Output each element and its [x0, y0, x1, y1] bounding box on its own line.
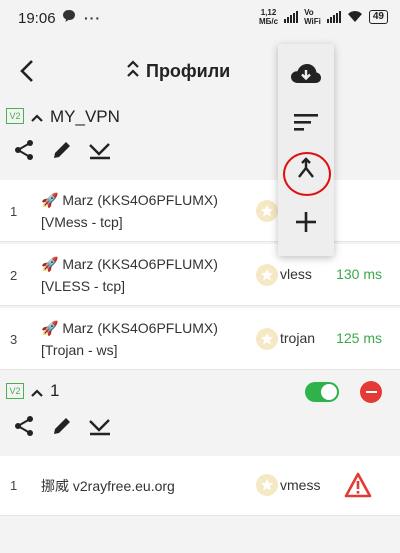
chat-bubble-icon — [62, 9, 76, 26]
ping-value: 125 ms — [336, 330, 382, 346]
star-icon[interactable] — [256, 474, 278, 496]
cloud-download-icon — [290, 62, 322, 91]
battery-icon: 49 — [368, 10, 388, 24]
menu-item-sort[interactable] — [278, 102, 334, 146]
ping-value: 130 ms — [336, 266, 382, 282]
page-title-wrap[interactable]: Профили — [126, 60, 230, 83]
page-title: Профили — [146, 61, 231, 81]
back-arrow-icon — [20, 60, 33, 82]
list-item[interactable]: 3 🚀 Marz (KKS4O6PFLUMX) [Trojan - ws] tr… — [0, 308, 400, 370]
item-name: 挪威 v2rayfree.eu.org — [41, 478, 175, 494]
signal-icon — [284, 11, 299, 23]
toolbar: Профили — [0, 36, 400, 106]
list-item[interactable]: 1 挪威 v2rayfree.eu.org vmess — [0, 456, 400, 516]
back-button[interactable] — [12, 56, 42, 86]
network-speed: 1,12 МБ/с — [258, 8, 279, 26]
sort-icon — [293, 112, 319, 137]
signal-icon-2 — [326, 11, 341, 23]
group-enabled-toggle[interactable] — [305, 382, 339, 402]
group-header-1: V2 1 — [0, 372, 400, 452]
edit-pencil-icon[interactable] — [50, 138, 74, 162]
group-header-my-vpn: V2 MY_VPN — [0, 106, 400, 178]
overflow-menu — [278, 44, 334, 256]
annotation-highlight-circle — [283, 152, 331, 196]
edit-pencil-icon[interactable] — [50, 414, 74, 438]
item-number: 1 — [10, 204, 18, 219]
vowifi-label: Vo WiFi — [304, 8, 321, 26]
menu-item-import-cloud[interactable] — [278, 54, 334, 98]
list-item[interactable]: 1 🚀 Marz (KKS4O6PFLUMX) [VMess - tcp] — [0, 180, 400, 242]
status-right: 1,12 МБ/с Vo WiFi 49 — [259, 8, 388, 26]
item-name: 🚀 Marz (KKS4O6PFLUMX) [Trojan - ws] — [41, 320, 218, 358]
status-time: 19:06 — [18, 10, 56, 27]
item-name: 🚀 Marz (KKS4O6PFLUMX) [VLESS - tcp] — [41, 256, 218, 294]
star-icon[interactable] — [256, 328, 278, 350]
group-badge: V2 — [6, 108, 24, 124]
group-name[interactable]: MY_VPN — [50, 107, 120, 127]
collapse-caret-icon[interactable] — [30, 385, 44, 403]
update-subscription-icon[interactable] — [88, 138, 112, 162]
item-number: 2 — [10, 268, 18, 283]
group-actions — [12, 138, 112, 162]
list-item[interactable]: 2 🚀 Marz (KKS4O6PFLUMX) [VLESS - tcp] vl… — [0, 244, 400, 306]
status-notification-icons: ··· — [62, 9, 101, 26]
protocol-label: vless — [280, 266, 312, 282]
delete-group-button[interactable] — [360, 381, 382, 403]
protocol-label: vmess — [280, 477, 321, 493]
protocol-label: trojan — [280, 330, 316, 346]
share-icon[interactable] — [12, 414, 36, 438]
group-name[interactable]: 1 — [50, 381, 59, 401]
group-badge: V2 — [6, 383, 24, 399]
item-number: 1 — [10, 478, 18, 493]
status-bar: 19:06 ··· 1,12 МБ/с Vo WiFi 49 — [0, 0, 400, 36]
expand-collapse-icon — [126, 60, 140, 83]
star-icon[interactable] — [256, 264, 278, 286]
more-dots-icon: ··· — [84, 9, 101, 26]
menu-item-add[interactable] — [278, 202, 334, 246]
update-subscription-icon[interactable] — [88, 414, 112, 438]
item-name: 🚀 Marz (KKS4O6PFLUMX) [VMess - tcp] — [41, 192, 218, 230]
add-icon — [295, 211, 317, 238]
minus-icon — [365, 391, 377, 393]
collapse-caret-icon[interactable] — [30, 110, 44, 128]
wifi-icon — [347, 10, 363, 25]
warning-icon — [344, 472, 372, 503]
star-icon[interactable] — [256, 200, 278, 222]
share-icon[interactable] — [12, 138, 36, 162]
group-actions — [12, 414, 112, 438]
item-number: 3 — [10, 332, 18, 347]
